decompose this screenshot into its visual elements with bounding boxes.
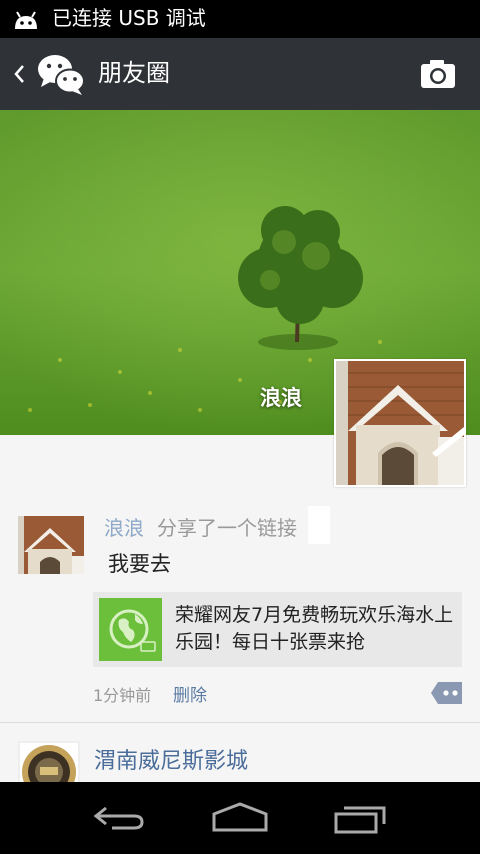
shared-link-card[interactable]: 荣耀网友7月免费畅玩欢乐海水上乐园！每日十张票来抢 xyxy=(93,592,462,667)
title-bar: 朋友圈 xyxy=(0,38,480,110)
back-nav-icon[interactable] xyxy=(88,802,152,834)
post-author-name[interactable]: 渭南威尼斯影城 xyxy=(94,743,248,775)
system-nav-bar xyxy=(0,782,480,854)
back-icon[interactable] xyxy=(10,58,30,90)
author-avatar[interactable] xyxy=(18,516,84,574)
moment-post: 浪浪 分享了一个链接 我要去 荣耀网友7月免费畅玩欢乐海水上乐园！每日十张票来抢… xyxy=(0,500,480,722)
delete-link[interactable]: 删除 xyxy=(173,681,207,706)
post-message: 我要去 xyxy=(108,552,171,576)
text-cursor-highlight xyxy=(308,506,330,544)
post-timestamp: 1分钟前 xyxy=(93,686,152,705)
page-title: 朋友圈 xyxy=(98,59,170,87)
recents-nav-icon[interactable] xyxy=(330,802,394,834)
android-icon xyxy=(15,11,37,29)
profile-avatar[interactable] xyxy=(334,359,466,487)
wechat-logo-icon xyxy=(38,55,85,95)
post-action-text: 分享了一个链接 xyxy=(157,512,297,541)
cinema-logo-icon xyxy=(22,745,76,783)
camera-icon[interactable] xyxy=(418,56,458,92)
cinema-avatar[interactable] xyxy=(18,741,80,783)
link-title: 荣耀网友7月免费畅玩欢乐海水上乐园！每日十张票来抢 xyxy=(175,604,454,653)
status-text: 已连接 USB 调试 xyxy=(52,6,206,30)
post-author-name[interactable]: 浪浪 xyxy=(104,512,144,541)
cover-owner-name: 浪浪 xyxy=(260,386,302,410)
moment-post-next: 渭南威尼斯影城 xyxy=(0,723,480,783)
comment-icon[interactable] xyxy=(430,680,464,706)
status-bar: 已连接 USB 调试 xyxy=(0,0,480,38)
home-nav-icon[interactable] xyxy=(208,802,272,834)
house-avatar-image xyxy=(336,361,464,485)
globe-icon xyxy=(99,598,162,661)
